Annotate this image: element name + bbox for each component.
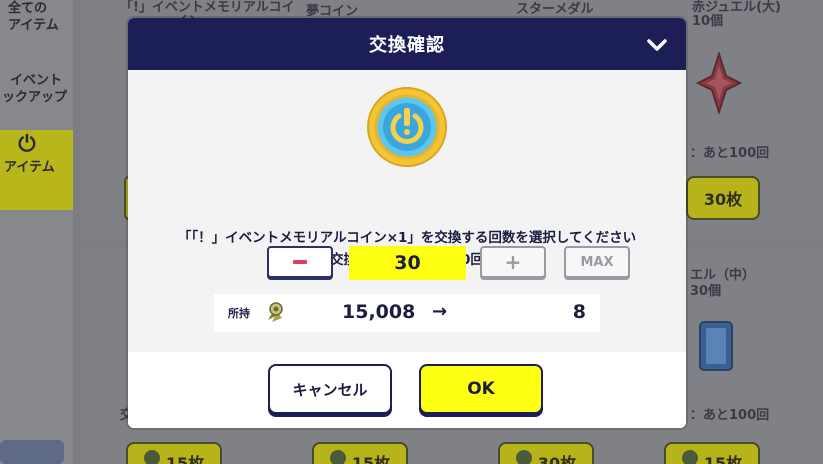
arrow-right-icon: → <box>432 301 448 322</box>
buy-button[interactable]: 15枚 <box>126 442 222 464</box>
card-title: スターメダル <box>516 2 594 17</box>
decrement-button[interactable] <box>267 246 333 278</box>
sidebar-item-all-items[interactable]: 全ての アイテム <box>0 0 73 34</box>
owned-after-value: 8 <box>572 301 586 323</box>
dialog-title: 交換確認 <box>369 35 445 56</box>
ribbon-coin-icon <box>268 302 283 322</box>
price-label: 15枚 <box>165 454 205 464</box>
red-jewel-icon <box>696 52 742 114</box>
buy-button[interactable]: 30枚 <box>686 176 760 220</box>
card-title: 夢コイン <box>306 4 359 19</box>
chevron-down-icon[interactable] <box>644 32 670 58</box>
coin-icon <box>143 450 160 464</box>
sidebar-bottom-button[interactable] <box>0 440 64 464</box>
coin-icon <box>681 450 698 464</box>
sidebar-item-label: アイテム <box>4 160 55 175</box>
shop-sidebar: 全ての アイテム イベント ックアップ ⏻ アイテム <box>0 0 73 464</box>
price-label: 30枚 <box>537 454 577 464</box>
dialog-footer: キャンセル OK <box>128 352 686 428</box>
quantity-stepper: 30 + MAX <box>128 246 686 280</box>
dialog-body: 「「！」イベントメモリアルコイン×1」を交換する回数を選択してください 交換可能… <box>128 70 686 352</box>
card-title: 「!」イベントメモリアルコイ <box>120 0 295 15</box>
coin-icon <box>329 450 346 464</box>
coin-icon <box>515 450 532 464</box>
buy-button[interactable]: 15枚 <box>312 442 408 464</box>
power-icon: ⏻ <box>18 132 36 157</box>
cancel-button[interactable]: キャンセル <box>268 364 392 414</box>
price-label: 15枚 <box>703 454 743 464</box>
card-remaining: ：あと100回 <box>690 146 770 161</box>
exchange-confirm-dialog: 交換確認 「「！」イベントメモリアルコイン×1」を交換する回数を選択してください… <box>128 18 686 428</box>
event-memorial-coin-icon <box>367 87 447 167</box>
buy-button[interactable]: 30枚 <box>498 442 594 464</box>
owned-balance-row: 所持 15,008 → 8 <box>214 294 600 332</box>
sidebar-item-label: 全ての <box>8 1 48 16</box>
owned-label: 所持 <box>228 307 250 320</box>
sidebar-item-items[interactable]: ⏻ アイテム <box>0 130 73 210</box>
buy-button[interactable]: 15枚 <box>664 442 760 464</box>
quantity-value: 30 <box>349 246 466 280</box>
card-remaining: ：あと100回 <box>690 408 770 423</box>
sidebar-item-event-pickup[interactable]: イベント ックアップ <box>0 72 73 106</box>
price-label: 30枚 <box>703 190 743 209</box>
increment-button[interactable]: + <box>480 246 546 278</box>
card-subtitle: 30個 <box>690 284 722 299</box>
price-label: 15枚 <box>351 454 391 464</box>
sidebar-item-label: アイテム <box>8 18 59 33</box>
max-button[interactable]: MAX <box>564 246 630 278</box>
minus-icon <box>293 260 307 264</box>
blue-jewel-icon <box>699 321 733 371</box>
sidebar-item-label: イベント <box>10 73 63 88</box>
card-subtitle: 10個 <box>692 14 724 29</box>
sidebar-item-label: ックアップ <box>2 90 68 105</box>
ok-button[interactable]: OK <box>419 364 543 414</box>
owned-before-value: 15,008 <box>342 301 416 323</box>
dialog-header: 交換確認 <box>128 18 686 70</box>
